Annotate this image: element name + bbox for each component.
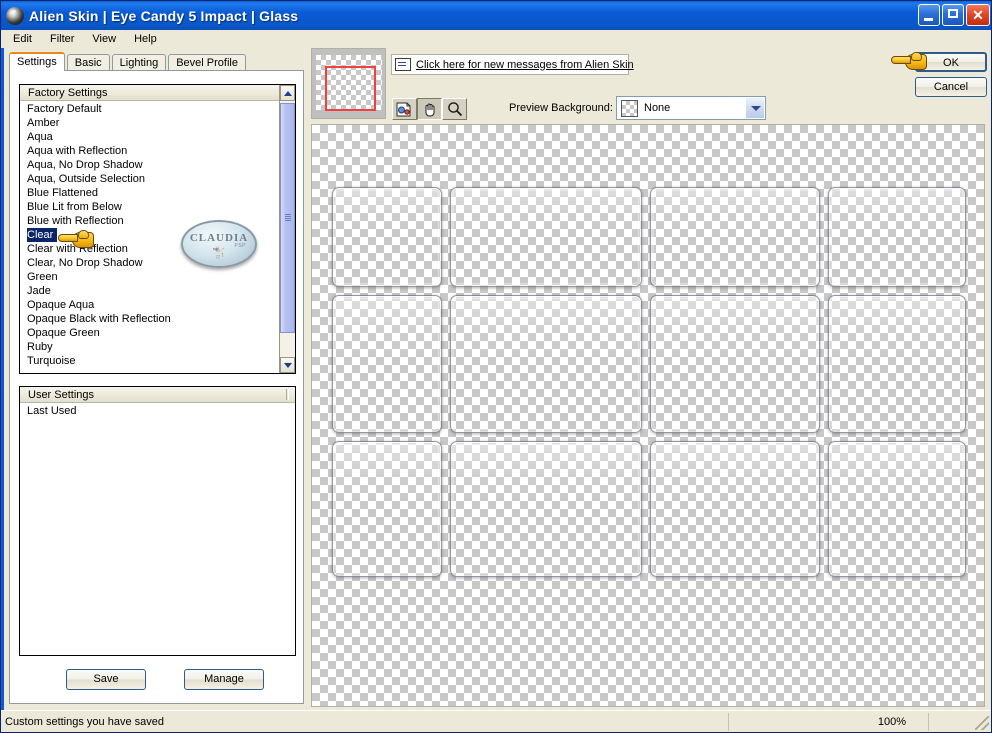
factory-list-scrollbar[interactable] <box>279 85 295 373</box>
menubar: Edit Filter View Help <box>1 30 991 48</box>
glass-shape <box>828 441 966 577</box>
minimize-button[interactable] <box>918 4 940 26</box>
tab-bevel-profile[interactable]: Bevel Profile <box>168 54 246 71</box>
list-item[interactable]: Blue Lit from Below <box>20 200 295 214</box>
alien-skin-message-link[interactable]: Click here for new messages from Alien S… <box>391 54 634 75</box>
list-item[interactable]: Opaque Black with Reflection <box>20 312 295 326</box>
list-item[interactable]: Clear, No Drop Shadow <box>20 256 295 270</box>
user-settings-listbox[interactable]: User Settings Last Used <box>19 386 296 656</box>
menu-edit[interactable]: Edit <box>9 32 40 46</box>
zoom-tool-button[interactable] <box>442 98 467 120</box>
hand-icon <box>418 99 441 119</box>
preview-background-select[interactable]: None <box>616 96 766 120</box>
glass-shape <box>332 187 442 287</box>
transparency-swatch-icon <box>621 99 638 117</box>
ok-button[interactable]: OK <box>915 52 987 72</box>
preview-tools <box>392 98 467 120</box>
user-settings-items: Last Used <box>20 404 295 655</box>
glass-shape <box>650 295 820 433</box>
chevron-down-icon[interactable] <box>745 98 764 118</box>
alien-head-icon <box>6 6 24 25</box>
list-item[interactable]: Turquoise <box>20 354 295 368</box>
scroll-thumb[interactable] <box>280 103 295 333</box>
list-item[interactable]: Factory Default <box>20 102 295 116</box>
factory-settings-header-label: Factory Settings <box>28 87 108 99</box>
list-item[interactable]: Jade <box>20 284 295 298</box>
save-button[interactable]: Save <box>66 669 146 690</box>
window-left-edge <box>1 30 4 711</box>
titlebar: Alien Skin | Eye Candy 5 Impact | Glass … <box>1 1 991 30</box>
glass-shape <box>650 187 820 287</box>
list-item-selected[interactable]: Clear <box>27 228 58 242</box>
glass-shape <box>332 295 442 433</box>
status-zoom-level: 100% <box>729 712 929 731</box>
image-picker-tool-button[interactable] <box>392 98 417 120</box>
window-controls: ✕ <box>918 4 990 26</box>
window-right-edge <box>989 30 991 711</box>
tab-basic[interactable]: Basic <box>66 54 110 71</box>
user-settings-header-label: User Settings <box>28 389 95 401</box>
tab-settings[interactable]: Settings <box>9 52 65 71</box>
list-item[interactable]: Last Used <box>20 404 295 418</box>
navigator-canvas <box>316 55 382 111</box>
scroll-thumb-grip <box>285 214 291 222</box>
preview-canvas[interactable] <box>311 124 985 707</box>
list-item[interactable]: Aqua, No Drop Shadow <box>20 158 295 172</box>
statusbar: Custom settings you have saved 100% <box>1 710 991 732</box>
list-item[interactable]: Opaque Green <box>20 326 295 340</box>
preview-background-label: Preview Background: <box>509 102 613 114</box>
factory-settings-listbox[interactable]: Factory Settings Factory Default Amber A… <box>19 84 296 374</box>
glass-shape <box>450 441 642 577</box>
message-envelope-icon <box>395 58 411 71</box>
list-item[interactable]: Amber <box>20 116 295 130</box>
list-item-row-selected: Clear <box>20 228 295 242</box>
glass-shape <box>450 295 642 433</box>
menu-filter[interactable]: Filter <box>46 32 82 46</box>
message-link-label[interactable]: Click here for new messages from Alien S… <box>416 59 634 71</box>
factory-settings-header: Factory Settings <box>20 85 295 101</box>
list-item[interactable]: Clear with Reflection <box>20 242 295 256</box>
magnifier-icon <box>443 99 466 119</box>
glass-shape <box>332 441 442 577</box>
list-item[interactable]: Green <box>20 270 295 284</box>
list-item[interactable]: Aqua <box>20 130 295 144</box>
user-settings-header: User Settings <box>20 387 295 403</box>
list-item[interactable]: Ruby <box>20 340 295 354</box>
preview-navigator[interactable] <box>311 48 386 119</box>
tab-lighting[interactable]: Lighting <box>111 54 167 71</box>
glass-shape <box>828 295 966 433</box>
menu-help[interactable]: Help <box>130 32 165 46</box>
scroll-up-button[interactable] <box>280 85 295 101</box>
image-picker-icon <box>393 99 416 119</box>
resize-grip[interactable] <box>975 716 989 730</box>
list-item[interactable]: Aqua with Reflection <box>20 144 295 158</box>
alien-skin-dialog: Alien Skin | Eye Candy 5 Impact | Glass … <box>0 0 992 733</box>
tab-bar: Settings Basic Lighting Bevel Profile <box>9 52 248 71</box>
status-message: Custom settings you have saved <box>1 712 729 731</box>
cancel-button[interactable]: Cancel <box>915 77 987 97</box>
glass-shape <box>828 187 966 287</box>
list-item[interactable]: Opaque Aqua <box>20 298 295 312</box>
close-button[interactable]: ✕ <box>966 4 990 26</box>
settings-panel: Factory Settings Factory Default Amber A… <box>9 70 304 704</box>
navigator-viewport-rect[interactable] <box>325 66 376 111</box>
glass-shape <box>450 187 642 287</box>
list-item[interactable]: Blue Flattened <box>20 186 295 200</box>
restore-button[interactable] <box>942 4 964 26</box>
manage-button[interactable]: Manage <box>184 669 264 690</box>
factory-settings-items: Factory Default Amber Aqua Aqua with Ref… <box>20 102 295 373</box>
column-grip[interactable] <box>286 389 289 400</box>
menu-view[interactable]: View <box>88 32 124 46</box>
scroll-down-button[interactable] <box>280 357 295 373</box>
window-title: Alien Skin | Eye Candy 5 Impact | Glass <box>29 7 299 24</box>
list-item[interactable]: Blue with Reflection <box>20 214 295 228</box>
list-item[interactable]: Aqua, Outside Selection <box>20 172 295 186</box>
hand-tool-button[interactable] <box>417 98 442 120</box>
preview-background-value: None <box>644 102 671 114</box>
glass-shape <box>650 441 820 577</box>
